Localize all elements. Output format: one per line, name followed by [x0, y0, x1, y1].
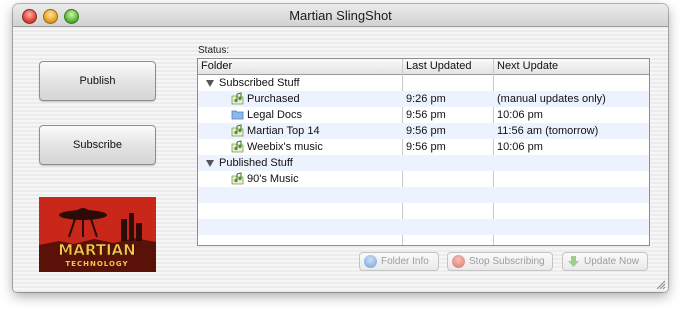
update-now-button[interactable]: Update Now — [562, 252, 648, 271]
status-label: Status: — [198, 45, 230, 56]
next-update-value: 11:56 am (tomorrow) — [497, 125, 599, 137]
table-row[interactable]: Legal Docs 9:56 pm 10:06 pm — [198, 107, 649, 123]
group-label: Subscribed Stuff — [219, 77, 300, 89]
column-header-folder[interactable]: Folder — [198, 60, 232, 72]
svg-text:TECHNOLOGY: TECHNOLOGY — [65, 260, 128, 268]
svg-text:MARTIAN: MARTIAN — [58, 241, 135, 259]
table-row[interactable]: Subscribed Stuff — [198, 75, 649, 91]
window-title: Martian SlingShot — [289, 8, 392, 23]
empty-table-row — [198, 203, 649, 219]
last-updated-value: 9:26 pm — [406, 93, 446, 105]
app-window: Martian SlingShot Publish Subscribe MART… — [13, 4, 668, 292]
folder-name: Weebix's music — [247, 141, 323, 153]
table-row[interactable]: Purchased 9:26 pm (manual updates only) — [198, 91, 649, 107]
music-folder-icon — [231, 124, 244, 137]
martian-logo-art: MARTIAN TECHNOLOGY — [39, 197, 156, 272]
table-row[interactable]: Weebix's music 9:56 pm 10:06 pm — [198, 139, 649, 155]
last-updated-value: 9:56 pm — [406, 125, 446, 137]
next-update-value: (manual updates only) — [497, 93, 606, 105]
next-update-value: 10:06 pm — [497, 141, 543, 153]
empty-table-row — [198, 235, 649, 245]
folder-icon — [231, 110, 244, 120]
disclosure-triangle-icon[interactable] — [206, 160, 214, 167]
next-update-value: 10:06 pm — [497, 109, 543, 121]
table-header: Folder Last Updated Next Update — [198, 59, 649, 75]
subscribe-button[interactable]: Subscribe — [39, 125, 156, 165]
table-row[interactable]: 90's Music — [198, 171, 649, 187]
empty-table-row — [198, 187, 649, 203]
stop-subscribing-button[interactable]: Stop Subscribing — [447, 252, 553, 271]
folder-name: Martian Top 14 — [247, 125, 320, 137]
group-label: Published Stuff — [219, 157, 293, 169]
title-bar[interactable]: Martian SlingShot — [13, 4, 668, 27]
folder-info-label: Folder Info — [381, 256, 429, 267]
disclosure-triangle-icon[interactable] — [206, 80, 214, 87]
download-arrow-icon — [568, 256, 579, 267]
folder-name: Legal Docs — [247, 109, 303, 121]
music-folder-icon — [231, 140, 244, 153]
empty-table-row — [198, 219, 649, 235]
status-table[interactable]: Folder Last Updated Next Update Subscrib… — [197, 58, 650, 246]
update-now-label: Update Now — [584, 256, 640, 267]
publish-button[interactable]: Publish — [39, 61, 156, 101]
resize-grip-icon[interactable] — [655, 279, 666, 290]
last-updated-value: 9:56 pm — [406, 109, 446, 121]
table-row[interactable]: Martian Top 14 9:56 pm 11:56 am (tomorrow) — [198, 123, 649, 139]
martian-technology-logo: MARTIAN TECHNOLOGY — [39, 197, 156, 272]
column-header-last-updated[interactable]: Last Updated — [403, 60, 471, 72]
stop-subscribing-label: Stop Subscribing — [469, 256, 545, 267]
table-row[interactable]: Published Stuff — [198, 155, 649, 171]
column-header-next-update[interactable]: Next Update — [494, 60, 558, 72]
folder-name: 90's Music — [247, 173, 299, 185]
stop-icon — [452, 255, 465, 268]
music-folder-icon — [231, 172, 244, 185]
folder-info-button[interactable]: Folder Info — [359, 252, 439, 271]
music-folder-icon — [231, 92, 244, 105]
last-updated-value: 9:56 pm — [406, 141, 446, 153]
info-icon — [364, 255, 377, 268]
folder-name: Purchased — [247, 93, 300, 105]
